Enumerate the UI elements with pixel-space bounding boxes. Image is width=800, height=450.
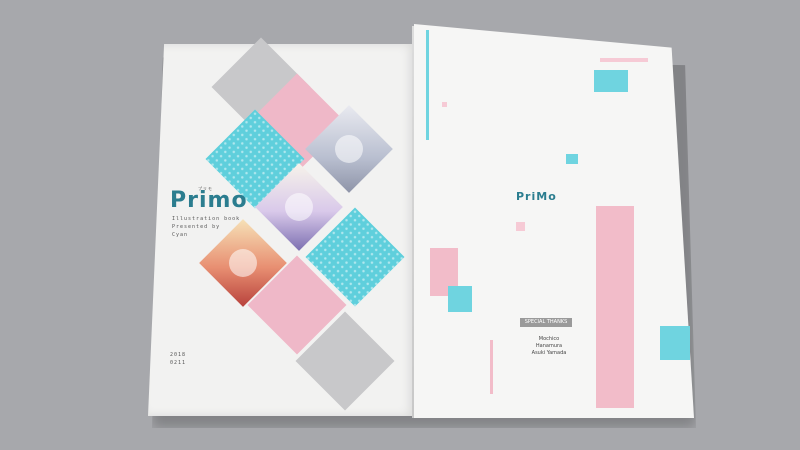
back-cover-logo-ruby: プリモ [198,186,213,191]
booklet-photo: Primo プリモ Illustration book Presented by… [0,0,800,450]
pink-thin-line [490,340,493,394]
back-cover-subtitle-1: Illustration book [172,216,241,222]
pink-tiny-square [516,222,525,231]
pink-top-line [600,58,648,62]
pink-vertical-bar [596,206,634,408]
cyan-left-block [448,286,472,312]
character-figure [329,129,369,169]
special-thanks-badge: SPECIAL THANKS [520,318,572,327]
front-cover-logo: PriMo [516,190,557,203]
credit-name: Asuki Yamada [531,350,567,356]
back-cover-date-day: 0211 [170,360,187,366]
back-cover-subtitle-3: Cyan [172,232,189,238]
cyan-small-square [566,154,578,164]
character-figure [223,243,263,283]
cyan-vertical-bar [426,30,429,140]
back-cover-date-year: 2018 [170,352,187,358]
character-figure [279,187,319,227]
credit-name: Hanamura [535,343,563,349]
back-cover-subtitle-2: Presented by [172,224,221,230]
pink-small-square [442,102,447,107]
front-cover [414,24,694,418]
credits-list: Mochico Hanamura Asuki Yamada [514,336,584,357]
cyan-right-block [660,326,690,360]
cyan-top-block [594,70,628,92]
credit-name: Mochico [538,336,560,342]
